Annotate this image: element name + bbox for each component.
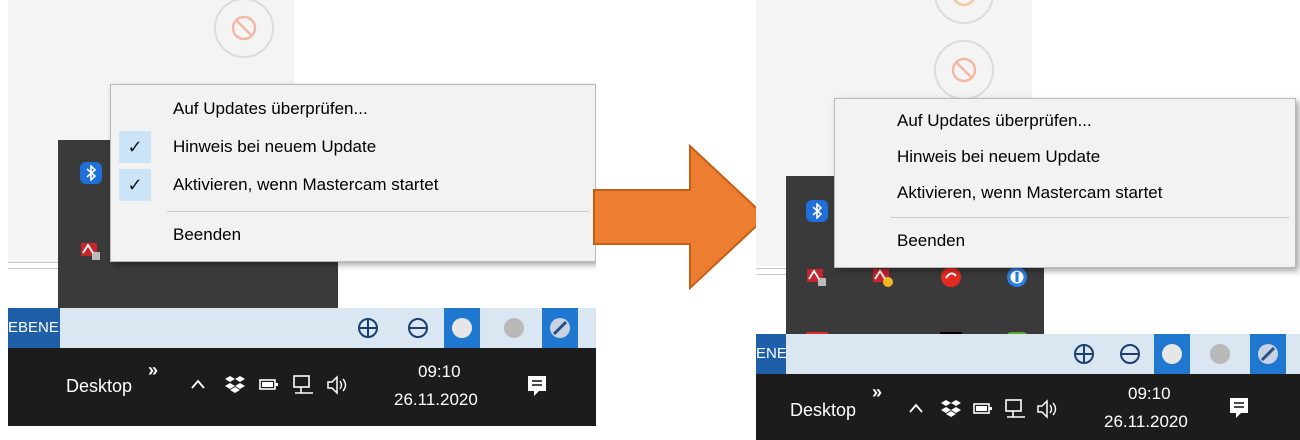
bluetooth-icon[interactable] bbox=[806, 200, 828, 222]
tray-context-menu: Auf Updates überprüfen... Hinweis bei ne… bbox=[834, 98, 1296, 268]
menu-item-notify-update[interactable]: Hinweis bei neuem Update bbox=[835, 141, 1295, 173]
menu-item-label: Beenden bbox=[897, 231, 966, 250]
menu-separator bbox=[891, 217, 1289, 218]
clock-time[interactable]: 09:10 bbox=[418, 362, 461, 382]
gray-shaded-view-icon[interactable] bbox=[502, 316, 526, 340]
menu-item-label: Hinweis bei neuem Update bbox=[173, 137, 377, 156]
before-panel: EBENE Desktop » 09:10 26.11.2020 Auf Upd… bbox=[8, 0, 596, 440]
menu-item-label: Aktivieren, wenn Mastercam startet bbox=[897, 183, 1163, 202]
checkmark-icon: ✓ bbox=[119, 131, 151, 163]
mastercam-tray-icon[interactable] bbox=[806, 266, 828, 288]
onepassword-icon[interactable] bbox=[1006, 266, 1028, 288]
wireframe-view-icon[interactable] bbox=[356, 316, 380, 340]
transition-arrow bbox=[593, 143, 768, 291]
notification-icon[interactable] bbox=[1228, 396, 1250, 425]
desktop-toolbar-label[interactable]: Desktop bbox=[66, 376, 132, 397]
section-view-icon[interactable] bbox=[1256, 342, 1280, 366]
battery-icon[interactable] bbox=[972, 400, 994, 421]
tray-context-menu: Auf Updates überprüfen... ✓ Hinweis bei n… bbox=[110, 84, 596, 262]
mastercam-tray-icon[interactable] bbox=[80, 240, 102, 262]
dropbox-icon[interactable] bbox=[224, 374, 246, 399]
after-panel: ENE Desktop » 09:10 26.11.2020 Auf Updat… bbox=[756, 0, 1300, 440]
blocked-icon bbox=[934, 40, 994, 100]
menu-separator bbox=[167, 211, 589, 212]
menu-item-label: Auf Updates überprüfen... bbox=[173, 99, 368, 118]
chevron-up-icon[interactable] bbox=[190, 376, 206, 397]
menu-item-exit[interactable]: Beenden bbox=[111, 219, 595, 251]
menu-item-check-updates[interactable]: Auf Updates überprüfen... bbox=[111, 93, 595, 125]
mastercam-update-icon[interactable] bbox=[872, 266, 894, 288]
clock-date[interactable]: 26.11.2020 bbox=[1104, 412, 1188, 432]
clock-date[interactable]: 26.11.2020 bbox=[394, 390, 478, 410]
menu-item-notify-update[interactable]: ✓ Hinweis bei neuem Update bbox=[111, 131, 595, 163]
wireframe-view-icon[interactable] bbox=[1072, 342, 1096, 366]
view-toolbar: EBENE bbox=[8, 308, 596, 348]
taskbar: Desktop » 09:10 26.11.2020 bbox=[8, 348, 596, 426]
hidden-line-view-icon[interactable] bbox=[406, 316, 430, 340]
battery-icon[interactable] bbox=[258, 376, 280, 397]
more-toolbars-icon[interactable]: » bbox=[148, 360, 158, 381]
desktop-toolbar-label[interactable]: Desktop bbox=[790, 400, 856, 421]
clock-time[interactable]: 09:10 bbox=[1128, 384, 1171, 404]
bluetooth-icon[interactable] bbox=[80, 162, 102, 184]
shaded-view-icon[interactable] bbox=[450, 316, 474, 340]
checkmark-icon: ✓ bbox=[119, 169, 151, 201]
menu-item-exit[interactable]: Beenden bbox=[835, 225, 1295, 257]
chevron-up-icon[interactable] bbox=[908, 400, 924, 421]
menu-item-label: Beenden bbox=[173, 225, 242, 244]
menu-item-check-updates[interactable]: Auf Updates überprüfen... bbox=[835, 105, 1295, 137]
network-icon[interactable] bbox=[292, 374, 316, 401]
taskbar: Desktop » 09:10 26.11.2020 bbox=[756, 374, 1300, 440]
toolbar-partial-label: EBENE bbox=[8, 319, 59, 336]
shaded-view-icon[interactable] bbox=[1160, 342, 1184, 366]
gray-shaded-view-icon[interactable] bbox=[1208, 342, 1232, 366]
notification-icon[interactable] bbox=[526, 374, 548, 403]
blocked-icon bbox=[214, 0, 274, 58]
red-swirl-icon[interactable] bbox=[940, 266, 962, 288]
dropbox-icon[interactable] bbox=[940, 398, 962, 423]
menu-item-label: Aktivieren, wenn Mastercam startet bbox=[173, 175, 439, 194]
menu-item-label: Hinweis bei neuem Update bbox=[897, 147, 1101, 166]
network-icon[interactable] bbox=[1004, 398, 1028, 425]
view-toolbar: ENE bbox=[756, 334, 1300, 374]
section-view-icon[interactable] bbox=[548, 316, 572, 340]
volume-icon[interactable] bbox=[1036, 398, 1060, 425]
menu-item-label: Auf Updates überprüfen... bbox=[897, 111, 1092, 130]
toolbar-partial-label: ENE bbox=[756, 345, 787, 362]
volume-icon[interactable] bbox=[326, 374, 350, 401]
menu-item-activate-on-start[interactable]: Aktivieren, wenn Mastercam startet bbox=[835, 177, 1295, 209]
menu-item-activate-on-start[interactable]: ✓ Aktivieren, wenn Mastercam startet bbox=[111, 169, 595, 201]
more-toolbars-icon[interactable]: » bbox=[872, 382, 882, 403]
hidden-line-view-icon[interactable] bbox=[1118, 342, 1142, 366]
